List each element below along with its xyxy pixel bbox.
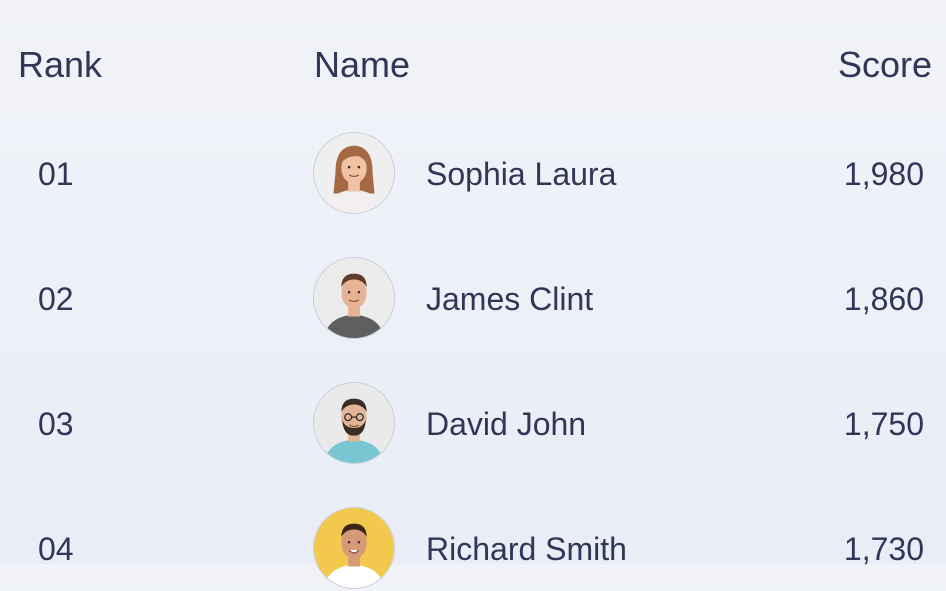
- score-value: 1,750: [843, 406, 924, 442]
- avatar: [313, 257, 395, 339]
- avatar-smiling-man-icon: [314, 508, 394, 588]
- rank-value: 01: [38, 156, 74, 192]
- player-name: Sophia Laura: [426, 156, 617, 192]
- player-name: David John: [426, 406, 587, 442]
- leaderboard-row[interactable]: 01 Sophia Laura 1,980: [0, 132, 946, 216]
- score-value: 1,730: [843, 531, 924, 567]
- player-name: Richard Smith: [426, 531, 627, 567]
- rank-value: 04: [38, 531, 74, 567]
- leaderboard-row[interactable]: 02 James Clint 1,860: [0, 257, 946, 341]
- avatar-bearded-man-icon: [314, 383, 394, 463]
- leaderboard: Rank Name Score 01 Sophia Laura 1,980 02…: [0, 0, 946, 589]
- leaderboard-row[interactable]: 03 David John 1,750: [0, 382, 946, 466]
- score-value: 1,860: [843, 281, 924, 317]
- leaderboard-row[interactable]: 04 Richard Smith 1,730: [0, 507, 946, 591]
- player-name: James Clint: [426, 281, 594, 317]
- avatar-man-icon: [314, 258, 394, 338]
- score-column-header: Score: [837, 44, 932, 85]
- avatar: [313, 382, 395, 464]
- leaderboard-header: Rank Name Score: [0, 40, 946, 90]
- name-column-header: Name: [314, 44, 411, 85]
- avatar: [313, 507, 395, 589]
- avatar-woman-icon: [314, 133, 394, 213]
- rank-value: 03: [38, 406, 74, 442]
- rank-value: 02: [38, 281, 74, 317]
- avatar: [313, 132, 395, 214]
- rank-column-header: Rank: [18, 44, 103, 85]
- score-value: 1,980: [843, 156, 924, 192]
